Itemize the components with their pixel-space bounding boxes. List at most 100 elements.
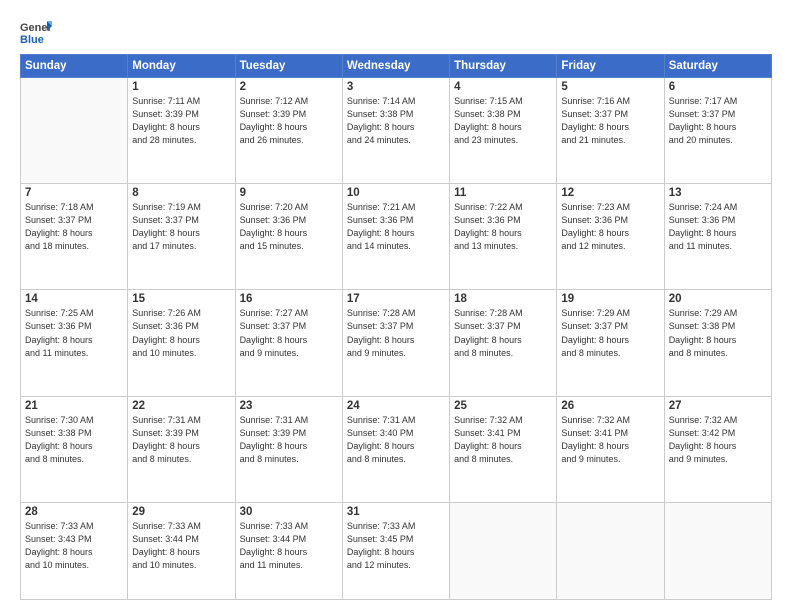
day-cell: 4 Sunrise: 7:15 AM Sunset: 3:38 PM Daylig… xyxy=(450,78,557,184)
day-cell: 29Sunrise: 7:33 AM Sunset: 3:44 PM Dayli… xyxy=(128,502,235,599)
day-info: Sunrise: 7:12 AM Sunset: 3:39 PM Dayligh… xyxy=(240,95,338,147)
day-info: Sunrise: 7:33 AM Sunset: 3:44 PM Dayligh… xyxy=(132,520,230,572)
day-cell: 11 Sunrise: 7:22 AM Sunset: 3:36 PM Dayli… xyxy=(450,184,557,290)
day-cell: 9 Sunrise: 7:20 AM Sunset: 3:36 PM Daylig… xyxy=(235,184,342,290)
day-number: 20 xyxy=(669,293,767,305)
day-number: 9 xyxy=(240,187,338,199)
day-info: Sunrise: 7:29 AM Sunset: 3:37 PM Dayligh… xyxy=(561,307,659,359)
day-number: 4 xyxy=(454,81,552,93)
day-info: Sunrise: 7:33 AM Sunset: 3:44 PM Dayligh… xyxy=(240,520,338,572)
weekday-friday: Friday xyxy=(557,55,664,78)
day-cell: 14 Sunrise: 7:25 AM Sunset: 3:36 PM Dayli… xyxy=(21,290,128,396)
day-cell: 18Sunrise: 7:28 AM Sunset: 3:37 PM Dayli… xyxy=(450,290,557,396)
week-row-1: 1 Sunrise: 7:11 AM Sunset: 3:39 PM Daylig… xyxy=(21,78,772,184)
day-number: 1 xyxy=(132,81,230,93)
day-info: Sunrise: 7:11 AM Sunset: 3:39 PM Dayligh… xyxy=(132,95,230,147)
page: General Blue SundayMondayTuesdayWednesda… xyxy=(0,0,792,612)
day-info: Sunrise: 7:32 AM Sunset: 3:42 PM Dayligh… xyxy=(669,414,767,466)
day-number: 24 xyxy=(347,400,445,412)
day-info: Sunrise: 7:32 AM Sunset: 3:41 PM Dayligh… xyxy=(454,414,552,466)
day-cell: 25Sunrise: 7:32 AM Sunset: 3:41 PM Dayli… xyxy=(450,396,557,502)
header: General Blue xyxy=(20,18,772,46)
day-info: Sunrise: 7:33 AM Sunset: 3:43 PM Dayligh… xyxy=(25,520,123,572)
day-number: 6 xyxy=(669,81,767,93)
day-number: 15 xyxy=(132,293,230,305)
day-number: 22 xyxy=(132,400,230,412)
weekday-sunday: Sunday xyxy=(21,55,128,78)
day-info: Sunrise: 7:25 AM Sunset: 3:36 PM Dayligh… xyxy=(25,307,123,359)
day-info: Sunrise: 7:19 AM Sunset: 3:37 PM Dayligh… xyxy=(132,201,230,253)
day-cell: 23 Sunrise: 7:31 AM Sunset: 3:39 PM Dayli… xyxy=(235,396,342,502)
day-number: 11 xyxy=(454,187,552,199)
day-number: 5 xyxy=(561,81,659,93)
weekday-wednesday: Wednesday xyxy=(342,55,449,78)
day-number: 8 xyxy=(132,187,230,199)
week-row-2: 7Sunrise: 7:18 AM Sunset: 3:37 PM Daylig… xyxy=(21,184,772,290)
day-number: 28 xyxy=(25,506,123,518)
day-cell: 28 Sunrise: 7:33 AM Sunset: 3:43 PM Dayli… xyxy=(21,502,128,599)
day-cell: 6 Sunrise: 7:17 AM Sunset: 3:37 PM Daylig… xyxy=(664,78,771,184)
day-number: 27 xyxy=(669,400,767,412)
day-number: 30 xyxy=(240,506,338,518)
day-cell xyxy=(557,502,664,599)
week-row-3: 14 Sunrise: 7:25 AM Sunset: 3:36 PM Dayli… xyxy=(21,290,772,396)
day-info: Sunrise: 7:31 AM Sunset: 3:39 PM Dayligh… xyxy=(240,414,338,466)
weekday-header-row: SundayMondayTuesdayWednesdayThursdayFrid… xyxy=(21,55,772,78)
day-info: Sunrise: 7:17 AM Sunset: 3:37 PM Dayligh… xyxy=(669,95,767,147)
day-info: Sunrise: 7:30 AM Sunset: 3:38 PM Dayligh… xyxy=(25,414,123,466)
day-info: Sunrise: 7:26 AM Sunset: 3:36 PM Dayligh… xyxy=(132,307,230,359)
day-cell: 13 Sunrise: 7:24 AM Sunset: 3:36 PM Dayli… xyxy=(664,184,771,290)
day-cell: 22Sunrise: 7:31 AM Sunset: 3:39 PM Dayli… xyxy=(128,396,235,502)
day-info: Sunrise: 7:14 AM Sunset: 3:38 PM Dayligh… xyxy=(347,95,445,147)
day-cell: 24Sunrise: 7:31 AM Sunset: 3:40 PM Dayli… xyxy=(342,396,449,502)
day-info: Sunrise: 7:33 AM Sunset: 3:45 PM Dayligh… xyxy=(347,520,445,572)
calendar-table: SundayMondayTuesdayWednesdayThursdayFrid… xyxy=(20,54,772,600)
day-cell: 20Sunrise: 7:29 AM Sunset: 3:38 PM Dayli… xyxy=(664,290,771,396)
day-cell xyxy=(664,502,771,599)
day-cell: 10 Sunrise: 7:21 AM Sunset: 3:36 PM Dayli… xyxy=(342,184,449,290)
day-cell: 27 Sunrise: 7:32 AM Sunset: 3:42 PM Dayli… xyxy=(664,396,771,502)
day-cell: 19 Sunrise: 7:29 AM Sunset: 3:37 PM Dayli… xyxy=(557,290,664,396)
day-number: 23 xyxy=(240,400,338,412)
day-cell: 30 Sunrise: 7:33 AM Sunset: 3:44 PM Dayli… xyxy=(235,502,342,599)
day-cell: 16 Sunrise: 7:27 AM Sunset: 3:37 PM Dayli… xyxy=(235,290,342,396)
day-cell: 3 Sunrise: 7:14 AM Sunset: 3:38 PM Daylig… xyxy=(342,78,449,184)
day-info: Sunrise: 7:21 AM Sunset: 3:36 PM Dayligh… xyxy=(347,201,445,253)
logo: General Blue xyxy=(20,18,52,46)
day-number: 10 xyxy=(347,187,445,199)
day-number: 14 xyxy=(25,293,123,305)
day-number: 31 xyxy=(347,506,445,518)
day-info: Sunrise: 7:20 AM Sunset: 3:36 PM Dayligh… xyxy=(240,201,338,253)
day-number: 19 xyxy=(561,293,659,305)
day-number: 3 xyxy=(347,81,445,93)
day-cell xyxy=(21,78,128,184)
day-cell: 7Sunrise: 7:18 AM Sunset: 3:37 PM Daylig… xyxy=(21,184,128,290)
day-cell: 2Sunrise: 7:12 AM Sunset: 3:39 PM Daylig… xyxy=(235,78,342,184)
day-info: Sunrise: 7:27 AM Sunset: 3:37 PM Dayligh… xyxy=(240,307,338,359)
weekday-saturday: Saturday xyxy=(664,55,771,78)
day-cell: 1 Sunrise: 7:11 AM Sunset: 3:39 PM Daylig… xyxy=(128,78,235,184)
day-info: Sunrise: 7:22 AM Sunset: 3:36 PM Dayligh… xyxy=(454,201,552,253)
day-number: 13 xyxy=(669,187,767,199)
day-cell: 21Sunrise: 7:30 AM Sunset: 3:38 PM Dayli… xyxy=(21,396,128,502)
day-info: Sunrise: 7:28 AM Sunset: 3:37 PM Dayligh… xyxy=(347,307,445,359)
day-cell: 8 Sunrise: 7:19 AM Sunset: 3:37 PM Daylig… xyxy=(128,184,235,290)
day-info: Sunrise: 7:24 AM Sunset: 3:36 PM Dayligh… xyxy=(669,201,767,253)
weekday-monday: Monday xyxy=(128,55,235,78)
day-number: 18 xyxy=(454,293,552,305)
day-cell: 17Sunrise: 7:28 AM Sunset: 3:37 PM Dayli… xyxy=(342,290,449,396)
week-row-5: 28 Sunrise: 7:33 AM Sunset: 3:43 PM Dayli… xyxy=(21,502,772,599)
day-number: 26 xyxy=(561,400,659,412)
day-info: Sunrise: 7:18 AM Sunset: 3:37 PM Dayligh… xyxy=(25,201,123,253)
week-row-4: 21Sunrise: 7:30 AM Sunset: 3:38 PM Dayli… xyxy=(21,396,772,502)
day-cell: 26Sunrise: 7:32 AM Sunset: 3:41 PM Dayli… xyxy=(557,396,664,502)
day-cell xyxy=(450,502,557,599)
day-info: Sunrise: 7:23 AM Sunset: 3:36 PM Dayligh… xyxy=(561,201,659,253)
day-cell: 15 Sunrise: 7:26 AM Sunset: 3:36 PM Dayli… xyxy=(128,290,235,396)
day-cell: 12Sunrise: 7:23 AM Sunset: 3:36 PM Dayli… xyxy=(557,184,664,290)
svg-text:Blue: Blue xyxy=(20,34,44,46)
weekday-thursday: Thursday xyxy=(450,55,557,78)
day-number: 16 xyxy=(240,293,338,305)
weekday-tuesday: Tuesday xyxy=(235,55,342,78)
day-info: Sunrise: 7:15 AM Sunset: 3:38 PM Dayligh… xyxy=(454,95,552,147)
